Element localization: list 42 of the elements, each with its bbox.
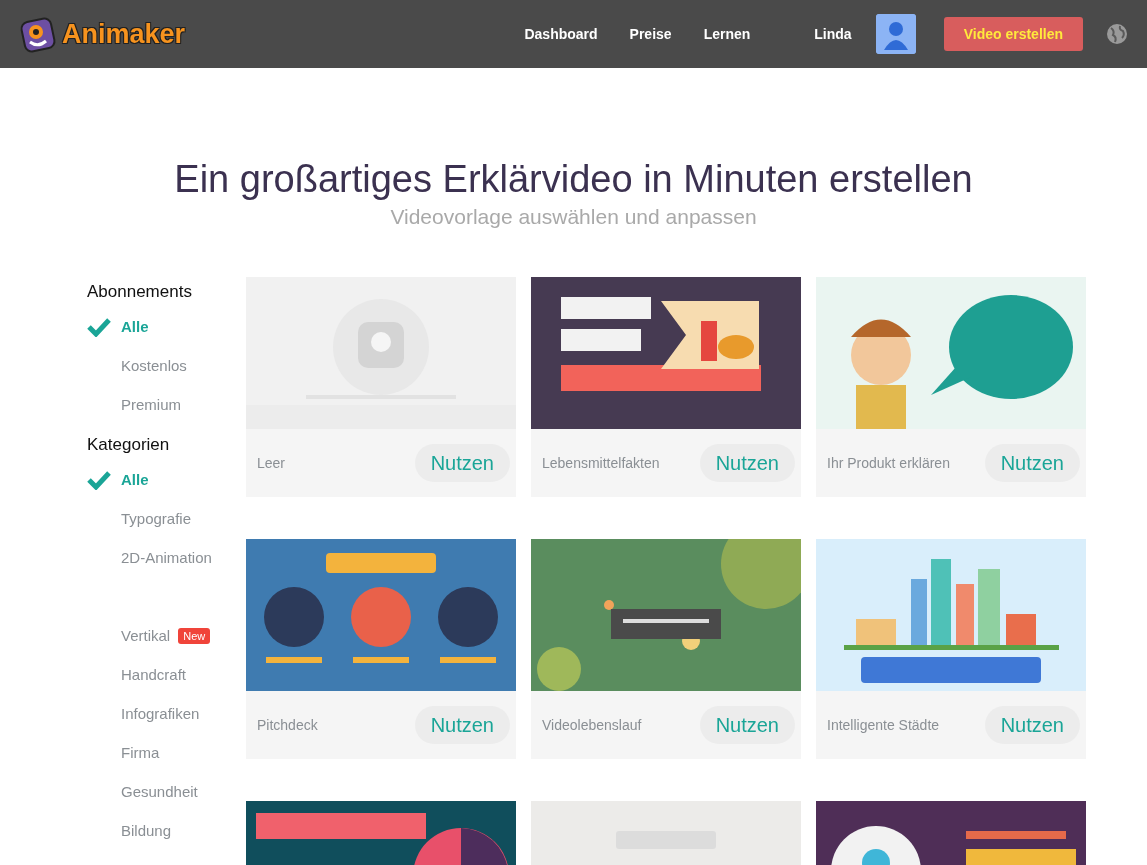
filter-item[interactable]: 2D-Animation [121, 549, 212, 566]
filter-item[interactable]: Kostenlos [121, 357, 187, 374]
template-title: Lebensmittelfakten [542, 455, 661, 471]
create-video-button[interactable]: Video erstellen [943, 17, 1083, 51]
filter-item[interactable]: Alle [121, 471, 149, 488]
filter-item[interactable]: Gesundheit [121, 783, 198, 800]
avatar-icon[interactable] [875, 14, 916, 54]
new-badge: New [178, 627, 211, 644]
filter-heading: Kategorien [87, 434, 171, 456]
filter-item[interactable]: Bildung [121, 822, 172, 839]
page-subtitle: Videovorlage auswählen und anpassen [389, 205, 758, 229]
filter-item[interactable]: Premium [121, 396, 181, 413]
page-title: Ein großartiges Erklärvideo in Minuten erstellen [173, 158, 974, 201]
filter-item[interactable]: Alle [121, 318, 149, 335]
use-button[interactable]: Nutzen [414, 706, 510, 744]
template-card[interactable]: Lebensmittelfakten Nutzen [531, 277, 801, 497]
logo-text[interactable]: Animaker [62, 18, 186, 50]
filter-item[interactable]: Typografie [121, 510, 192, 527]
template-card[interactable]: Intelligente Städte Nutzen [816, 539, 1086, 759]
use-button[interactable]: Nutzen [984, 706, 1080, 744]
nav-link[interactable]: Lernen [703, 26, 751, 42]
nav-link[interactable]: Dashboard [524, 26, 598, 42]
use-button[interactable]: Nutzen [984, 444, 1080, 482]
template-title: Videolebenslauf [542, 717, 643, 733]
use-button[interactable]: Nutzen [699, 444, 795, 482]
use-button[interactable]: Nutzen [414, 444, 510, 482]
template-title: Intelligente Städte [827, 717, 941, 733]
template-card[interactable]: Pitchdeck Nutzen [246, 539, 516, 759]
user-name[interactable]: Linda [814, 26, 852, 42]
use-button[interactable]: Nutzen [699, 706, 795, 744]
filter-heading: Abonnements [87, 281, 193, 303]
template-title: Pitchdeck [257, 717, 319, 733]
template-title: Leer [257, 455, 287, 471]
nav-link[interactable]: Preise [629, 26, 672, 42]
filter-item[interactable]: Infografiken [121, 705, 200, 722]
filter-item[interactable]: Handcraft [121, 666, 187, 683]
template-title: Ihr Produkt erklären [827, 455, 951, 471]
template-card[interactable]: Videolebenslauf Nutzen [531, 539, 801, 759]
filter-item[interactable]: Firma [121, 744, 160, 761]
template-card[interactable]: Ihr Produkt erklären Nutzen [816, 277, 1086, 497]
globe-icon[interactable] [1105, 22, 1129, 46]
filter-item[interactable]: Vertikal [121, 627, 171, 644]
